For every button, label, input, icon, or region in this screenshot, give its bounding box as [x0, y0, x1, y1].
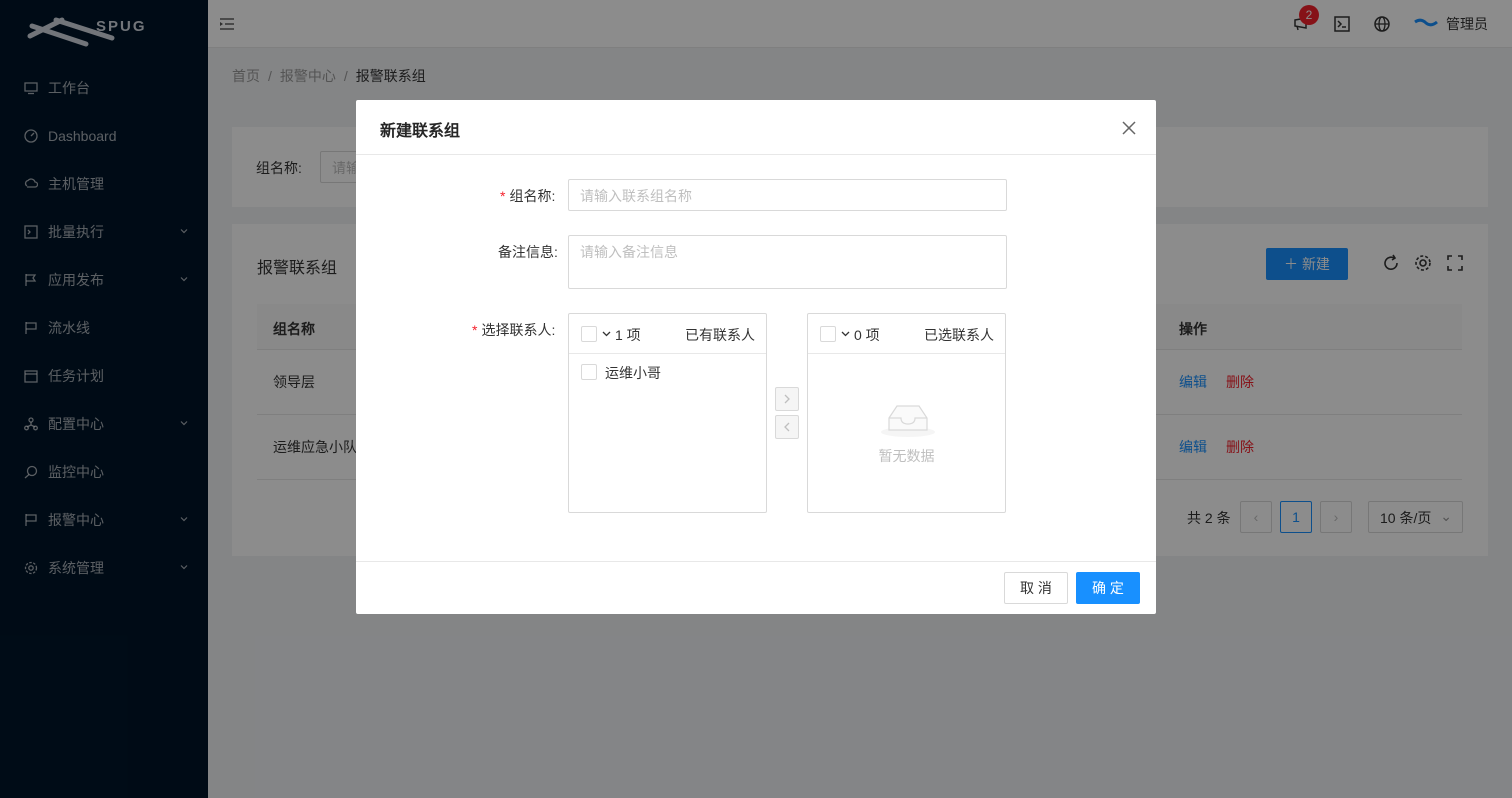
modal-footer: 取 消 确 定 — [356, 561, 1156, 614]
transfer-target-title: 已选联系人 — [924, 327, 994, 343]
transfer-source-list: 1 项 已有联系人 运维小哥 — [568, 313, 767, 513]
close-icon[interactable] — [1120, 119, 1138, 137]
remark-textarea[interactable]: 请输入备注信息 — [568, 235, 1007, 289]
contact-checkbox[interactable] — [581, 364, 597, 380]
transfer-source-header: 1 项 已有联系人 — [569, 314, 766, 354]
required-mark: * — [500, 188, 506, 204]
select-all-checkbox[interactable] — [820, 326, 836, 342]
confirm-button[interactable]: 确 定 — [1076, 572, 1140, 604]
chevron-right-icon — [784, 394, 790, 404]
cancel-button[interactable]: 取 消 — [1004, 572, 1068, 604]
contact-item[interactable]: 运维小哥 — [605, 363, 661, 383]
group-name-input[interactable]: 请输入联系组名称 — [568, 179, 1007, 211]
contacts-label: * 选择联系人: — [472, 320, 555, 340]
transfer-source-title: 已有联系人 — [685, 327, 755, 343]
modal-title: 新建联系组 — [380, 123, 461, 140]
select-all-checkbox[interactable] — [581, 326, 597, 342]
move-left-button[interactable] — [775, 415, 799, 439]
remark-label: 备注信息: — [498, 244, 558, 260]
required-mark: * — [472, 322, 478, 338]
group-name-label-text: 组名称: — [509, 188, 556, 204]
transfer-source-count: 1 项 — [615, 327, 641, 343]
modal-header: 新建联系组 — [356, 100, 1156, 155]
contacts-label-text: 选择联系人: — [481, 322, 556, 338]
transfer-target-header: 0 项 已选联系人 — [808, 314, 1005, 354]
new-contact-group-modal: 新建联系组 * 组名称: 请输入联系组名称 备注信息: 请输入备注信息 * 选择联系… — [356, 100, 1156, 614]
transfer-target-list: 0 项 已选联系人 暂无数据 — [807, 313, 1006, 513]
chevron-down-icon[interactable] — [602, 329, 611, 338]
group-name-label: * 组名称: — [500, 186, 555, 206]
move-right-button[interactable] — [775, 387, 799, 411]
empty-inbox-icon — [881, 405, 935, 437]
empty-text: 暂无数据 — [878, 448, 935, 464]
chevron-down-icon[interactable] — [841, 329, 850, 338]
chevron-left-icon — [784, 422, 790, 432]
transfer-target-count: 0 项 — [854, 327, 880, 343]
